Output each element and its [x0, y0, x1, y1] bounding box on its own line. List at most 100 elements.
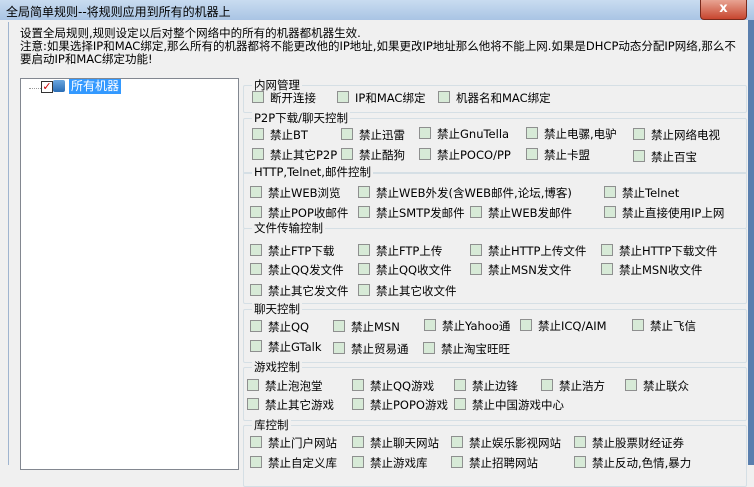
checkbox-box[interactable]: [250, 340, 262, 352]
rule-checkbox[interactable]: 禁止反动,色情,暴力: [574, 456, 691, 470]
checkbox-box[interactable]: [633, 150, 645, 162]
rule-checkbox[interactable]: 禁止娱乐影视网站: [451, 436, 561, 450]
rule-checkbox[interactable]: 禁止QQ: [250, 320, 309, 334]
checkbox-box[interactable]: [454, 379, 466, 391]
checkbox-box[interactable]: [633, 128, 645, 140]
checkbox-box[interactable]: [601, 244, 613, 256]
checkbox-box[interactable]: [424, 319, 436, 331]
rule-checkbox[interactable]: 禁止HTTP上传文件: [470, 244, 586, 258]
checkbox-box[interactable]: [358, 263, 370, 275]
tree-root-checkbox[interactable]: ✓: [41, 81, 53, 93]
checkbox-box[interactable]: [252, 128, 264, 140]
rule-checkbox[interactable]: 禁止MSN收文件: [601, 263, 702, 277]
rule-checkbox[interactable]: 禁止泡泡堂: [247, 379, 323, 393]
checkbox-box[interactable]: [438, 91, 450, 103]
checkbox-box[interactable]: [470, 206, 482, 218]
checkbox-box[interactable]: [352, 398, 364, 410]
checkbox-box[interactable]: [419, 127, 431, 139]
rule-checkbox[interactable]: 禁止直接使用IP上网: [604, 206, 724, 220]
rule-checkbox[interactable]: 禁止Yahoo通: [424, 319, 510, 333]
close-button[interactable]: x: [700, 0, 747, 20]
checkbox-box[interactable]: [358, 284, 370, 296]
rule-checkbox[interactable]: 禁止聊天网站: [352, 436, 439, 450]
rule-checkbox[interactable]: 禁止WEB外发(含WEB邮件,论坛,博客): [358, 186, 572, 200]
rule-checkbox[interactable]: 禁止淘宝旺旺: [423, 342, 510, 356]
checkbox-box[interactable]: [470, 263, 482, 275]
checkbox-box[interactable]: [419, 148, 431, 160]
checkbox-box[interactable]: [358, 186, 370, 198]
checkbox-box[interactable]: [604, 206, 616, 218]
rule-checkbox[interactable]: 禁止BT: [252, 128, 308, 142]
tree-root-all-machines[interactable]: 所有机器: [69, 79, 122, 94]
rule-checkbox[interactable]: 禁止边锋: [454, 379, 518, 393]
checkbox-box[interactable]: [604, 186, 616, 198]
rule-checkbox[interactable]: 禁止FTP下载: [250, 244, 334, 258]
checkbox-box[interactable]: [341, 148, 353, 160]
machine-tree[interactable]: ✓ 所有机器: [20, 78, 239, 470]
checkbox-box[interactable]: [451, 456, 463, 468]
rule-checkbox[interactable]: 禁止游戏库: [352, 456, 428, 470]
rule-checkbox[interactable]: 禁止招聘网站: [451, 456, 538, 470]
rule-checkbox[interactable]: 禁止WEB浏览: [250, 186, 341, 200]
rule-checkbox[interactable]: 禁止QQ收文件: [358, 263, 452, 277]
rule-checkbox[interactable]: 禁止POPO游戏: [352, 398, 448, 412]
checkbox-box[interactable]: [520, 319, 532, 331]
rule-checkbox[interactable]: 禁止ICQ/AIM: [520, 319, 607, 333]
checkbox-box[interactable]: [358, 206, 370, 218]
rule-checkbox[interactable]: 禁止中国游戏中心: [454, 398, 564, 412]
rule-checkbox[interactable]: 禁止其它发文件: [250, 284, 349, 298]
rule-checkbox[interactable]: 禁止股票财经证券: [574, 436, 684, 450]
checkbox-box[interactable]: [250, 456, 262, 468]
rule-checkbox[interactable]: 禁止其它游戏: [247, 398, 334, 412]
rule-checkbox[interactable]: 禁止卡盟: [526, 148, 590, 162]
checkbox-box[interactable]: [352, 379, 364, 391]
rule-checkbox[interactable]: 禁止门户网站: [250, 436, 337, 450]
checkbox-box[interactable]: [526, 148, 538, 160]
checkbox-box[interactable]: [352, 456, 364, 468]
checkbox-box[interactable]: [358, 244, 370, 256]
rule-checkbox[interactable]: IP和MAC绑定: [337, 91, 425, 105]
checkbox-box[interactable]: [451, 436, 463, 448]
rule-checkbox[interactable]: 禁止GnuTella: [419, 127, 509, 141]
checkbox-box[interactable]: [574, 456, 586, 468]
checkbox-box[interactable]: [250, 186, 262, 198]
checkbox-box[interactable]: [625, 379, 637, 391]
checkbox-box[interactable]: [250, 244, 262, 256]
rule-checkbox[interactable]: 禁止百宝: [633, 150, 697, 164]
checkbox-box[interactable]: [526, 127, 538, 139]
checkbox-box[interactable]: [454, 398, 466, 410]
rule-checkbox[interactable]: 禁止联众: [625, 379, 689, 393]
checkbox-box[interactable]: [247, 379, 259, 391]
checkbox-box[interactable]: [252, 148, 264, 160]
rule-checkbox[interactable]: 禁止酷狗: [341, 148, 405, 162]
checkbox-box[interactable]: [250, 320, 262, 332]
rule-checkbox[interactable]: 禁止WEB发邮件: [470, 206, 572, 220]
rule-checkbox[interactable]: 禁止MSN发文件: [470, 263, 571, 277]
rule-checkbox[interactable]: 禁止飞信: [632, 319, 696, 333]
rule-checkbox[interactable]: 禁止QQ游戏: [352, 379, 434, 393]
rule-checkbox[interactable]: 禁止迅雷: [341, 128, 405, 142]
rule-checkbox[interactable]: 禁止FTP上传: [358, 244, 442, 258]
checkbox-box[interactable]: [470, 244, 482, 256]
rule-checkbox[interactable]: 禁止浩方: [541, 379, 605, 393]
rule-checkbox[interactable]: 禁止QQ发文件: [250, 263, 344, 277]
rule-checkbox[interactable]: 禁止其它P2P: [252, 148, 337, 162]
rule-checkbox[interactable]: 禁止POCO/PP: [419, 148, 511, 162]
rule-checkbox[interactable]: 禁止SMTP发邮件: [358, 206, 465, 220]
rule-checkbox[interactable]: 禁止GTalk: [250, 340, 322, 354]
rule-checkbox[interactable]: 禁止其它收文件: [358, 284, 457, 298]
checkbox-box[interactable]: [632, 319, 644, 331]
checkbox-box[interactable]: [333, 320, 345, 332]
rule-checkbox[interactable]: 断开连接: [252, 91, 316, 105]
checkbox-box[interactable]: [250, 436, 262, 448]
checkbox-box[interactable]: [541, 379, 553, 391]
rule-checkbox[interactable]: 禁止Telnet: [604, 186, 679, 200]
rule-checkbox[interactable]: 机器名和MAC绑定: [438, 91, 551, 105]
checkbox-box[interactable]: [341, 128, 353, 140]
rule-checkbox[interactable]: 禁止MSN: [333, 320, 400, 334]
checkbox-box[interactable]: [337, 91, 349, 103]
checkbox-box[interactable]: [574, 436, 586, 448]
checkbox-box[interactable]: [250, 284, 262, 296]
checkbox-box[interactable]: [247, 398, 259, 410]
rule-checkbox[interactable]: 禁止贸易通: [333, 342, 409, 356]
